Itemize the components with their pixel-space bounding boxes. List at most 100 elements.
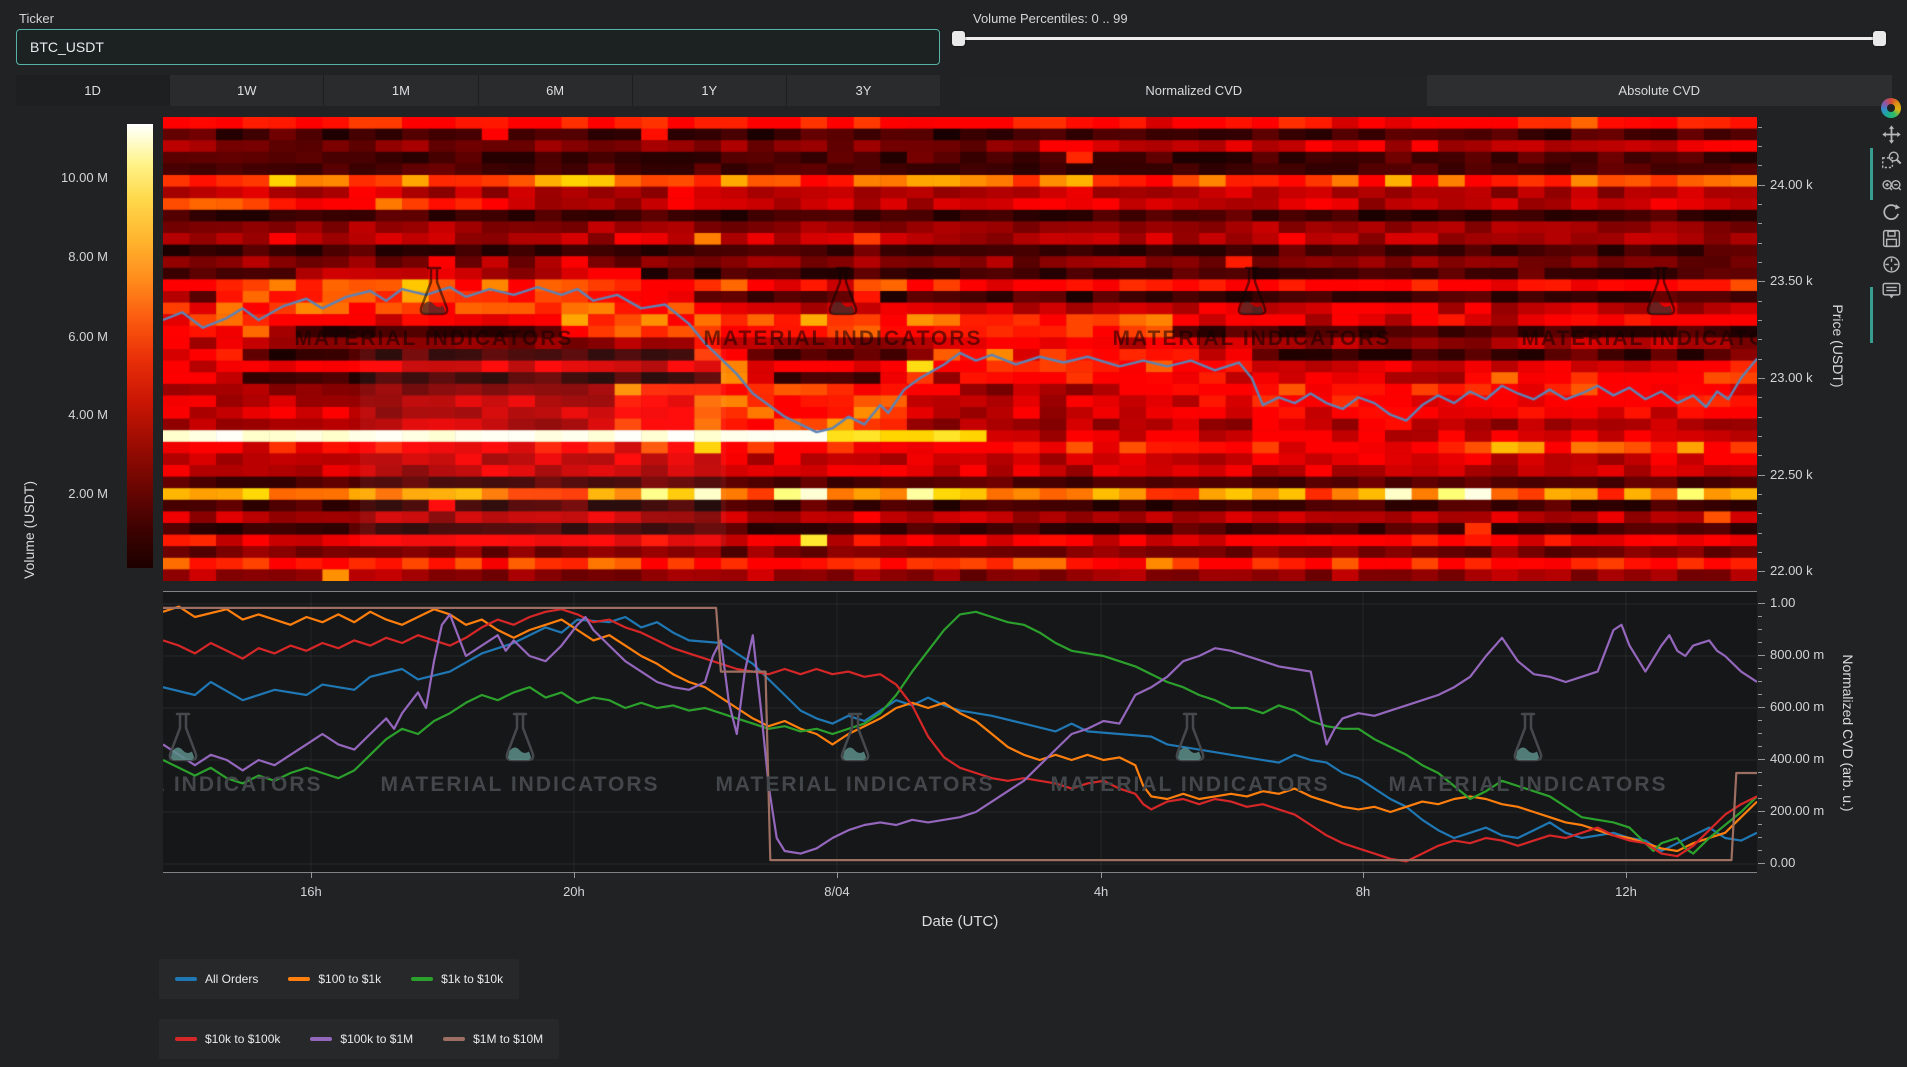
- date-tick-label: 4h: [1094, 884, 1108, 899]
- legend-swatch: [443, 1037, 465, 1041]
- legend-item--1m-to-10m[interactable]: $1M to $10M: [443, 1032, 543, 1046]
- legend-item--100k-to-1m[interactable]: $100k to $1M: [310, 1032, 413, 1046]
- cvd-chart[interactable]: MATERIAL INDICATORSMATERIAL INDICATORSMA…: [163, 591, 1757, 873]
- slider-handle-max[interactable]: [1873, 31, 1886, 46]
- cvd-tick: [1758, 759, 1765, 760]
- plotly-logo[interactable]: [1879, 95, 1903, 121]
- price-tick: [1758, 223, 1762, 224]
- date-tick: [1626, 872, 1627, 878]
- range-buttons: 1D1W1M6M1Y3Y: [16, 75, 940, 106]
- legend-swatch: [310, 1037, 332, 1041]
- legend-row-1: All Orders $100 to $1k $1k to $10k: [159, 959, 519, 999]
- cvd-tick-label: 800.00 m: [1770, 647, 1824, 662]
- price-tick: [1758, 397, 1762, 398]
- date-tick: [1101, 872, 1102, 878]
- legend-item-all-orders[interactable]: All Orders: [175, 972, 258, 986]
- date-tick-label: 12h: [1615, 884, 1637, 899]
- colorbar-tick-label: 6.00 M: [8, 329, 108, 344]
- autoscale-icon[interactable]: [1879, 199, 1903, 225]
- date-tick-label: 20h: [563, 884, 585, 899]
- cvd-tick: [1758, 629, 1762, 630]
- cvd-lines[interactable]: [163, 592, 1757, 872]
- colorbar-tick-label: 10.00 M: [8, 170, 108, 185]
- cvd-tick-label: 1.00: [1770, 595, 1795, 610]
- range-button-3y[interactable]: 3Y: [787, 75, 940, 106]
- cvd-tick: [1758, 772, 1762, 773]
- range-button-1y[interactable]: 1Y: [633, 75, 787, 106]
- legend-item--100-to-1k[interactable]: $100 to $1k: [288, 972, 381, 986]
- date-tick: [837, 872, 838, 878]
- price-tick: [1758, 533, 1762, 534]
- ticker-input[interactable]: [16, 29, 940, 65]
- legend-item--10k-to-100k[interactable]: $10k to $100k: [175, 1032, 280, 1046]
- cvd-tick: [1758, 681, 1762, 682]
- legend-item--1k-to-10k[interactable]: $1k to $10k: [411, 972, 503, 986]
- cvd-tick: [1758, 798, 1762, 799]
- price-tick-label: 22.50 k: [1770, 467, 1813, 482]
- cvd-series-all-orders[interactable]: [163, 617, 1757, 851]
- price-tick-label: 23.50 k: [1770, 273, 1813, 288]
- slider-track[interactable]: [958, 37, 1886, 40]
- cvd-axis-title: Normalized CVD (arb. u.): [1840, 583, 1856, 883]
- cvd-tick: [1758, 863, 1765, 864]
- range-button-1d[interactable]: 1D: [16, 75, 170, 106]
- price-tick: [1758, 475, 1765, 476]
- price-tick: [1758, 204, 1762, 205]
- orderbook-heatmap[interactable]: [163, 117, 1757, 581]
- legend-label: $1k to $10k: [441, 972, 503, 986]
- date-tick-label: 8h: [1356, 884, 1370, 899]
- cvd-tick: [1758, 616, 1762, 617]
- cvd-series--1m-to-10m[interactable]: [163, 608, 1757, 860]
- legend-label: All Orders: [205, 972, 258, 986]
- tab-normalized-cvd[interactable]: Normalized CVD: [961, 75, 1427, 106]
- price-tick: [1758, 436, 1762, 437]
- legend-label: $100k to $1M: [340, 1032, 413, 1046]
- cvd-tick: [1758, 642, 1762, 643]
- cvd-series--10k-to-100k[interactable]: [163, 609, 1757, 861]
- pan-icon[interactable]: [1879, 121, 1903, 147]
- price-tick: [1758, 359, 1762, 360]
- legend-label: $1M to $10M: [473, 1032, 543, 1046]
- price-tick: [1758, 513, 1762, 514]
- price-tick: [1758, 146, 1762, 147]
- cvd-tick: [1758, 707, 1765, 708]
- price-tick: [1758, 552, 1762, 553]
- hover-compare-icon[interactable]: [1879, 277, 1903, 303]
- cvd-tick-label: 0.00: [1770, 855, 1795, 870]
- zoom-in-out-icon[interactable]: [1879, 173, 1903, 199]
- cvd-tick-label: 400.00 m: [1770, 751, 1824, 766]
- spikelines-icon[interactable]: [1879, 251, 1903, 277]
- cvd-tick: [1758, 811, 1765, 812]
- volume-percentile-slider[interactable]: [958, 30, 1886, 47]
- slider-handle-min[interactable]: [952, 31, 965, 46]
- price-axis-title: Price (USDT): [1830, 226, 1846, 466]
- tab-absolute-cvd[interactable]: Absolute CVD: [1427, 75, 1893, 106]
- save-icon[interactable]: [1879, 225, 1903, 251]
- cvd-series--100k-to-1m[interactable]: [163, 614, 1757, 853]
- price-tick: [1758, 320, 1762, 321]
- date-tick-label: 16h: [300, 884, 322, 899]
- cvd-tick: [1758, 837, 1762, 838]
- ticker-label: Ticker: [19, 11, 54, 26]
- price-tick: [1758, 494, 1762, 495]
- firecharts-app: Ticker 1D1W1M6M1Y3Y Volume Percentiles: …: [0, 0, 1907, 1067]
- legend-label: $10k to $100k: [205, 1032, 280, 1046]
- price-tick-label: 24.00 k: [1770, 177, 1813, 192]
- price-tick: [1758, 301, 1762, 302]
- cvd-tick: [1758, 850, 1762, 851]
- cvd-tick: [1758, 720, 1762, 721]
- modebar-group-indicator: [1870, 148, 1873, 200]
- price-tick-label: 23.00 k: [1770, 370, 1813, 385]
- cvd-tick-label: 200.00 m: [1770, 803, 1824, 818]
- price-tick: [1758, 455, 1762, 456]
- price-tick: [1758, 339, 1762, 340]
- date-tick: [574, 872, 575, 878]
- legend-swatch: [411, 977, 433, 981]
- range-button-1w[interactable]: 1W: [170, 75, 324, 106]
- x-axis-title: Date (UTC): [860, 913, 1060, 930]
- price-tick: [1758, 185, 1765, 186]
- price-tick-label: 22.00 k: [1770, 563, 1813, 578]
- range-button-1m[interactable]: 1M: [324, 75, 478, 106]
- box-zoom-icon[interactable]: [1879, 147, 1903, 173]
- range-button-6m[interactable]: 6M: [479, 75, 633, 106]
